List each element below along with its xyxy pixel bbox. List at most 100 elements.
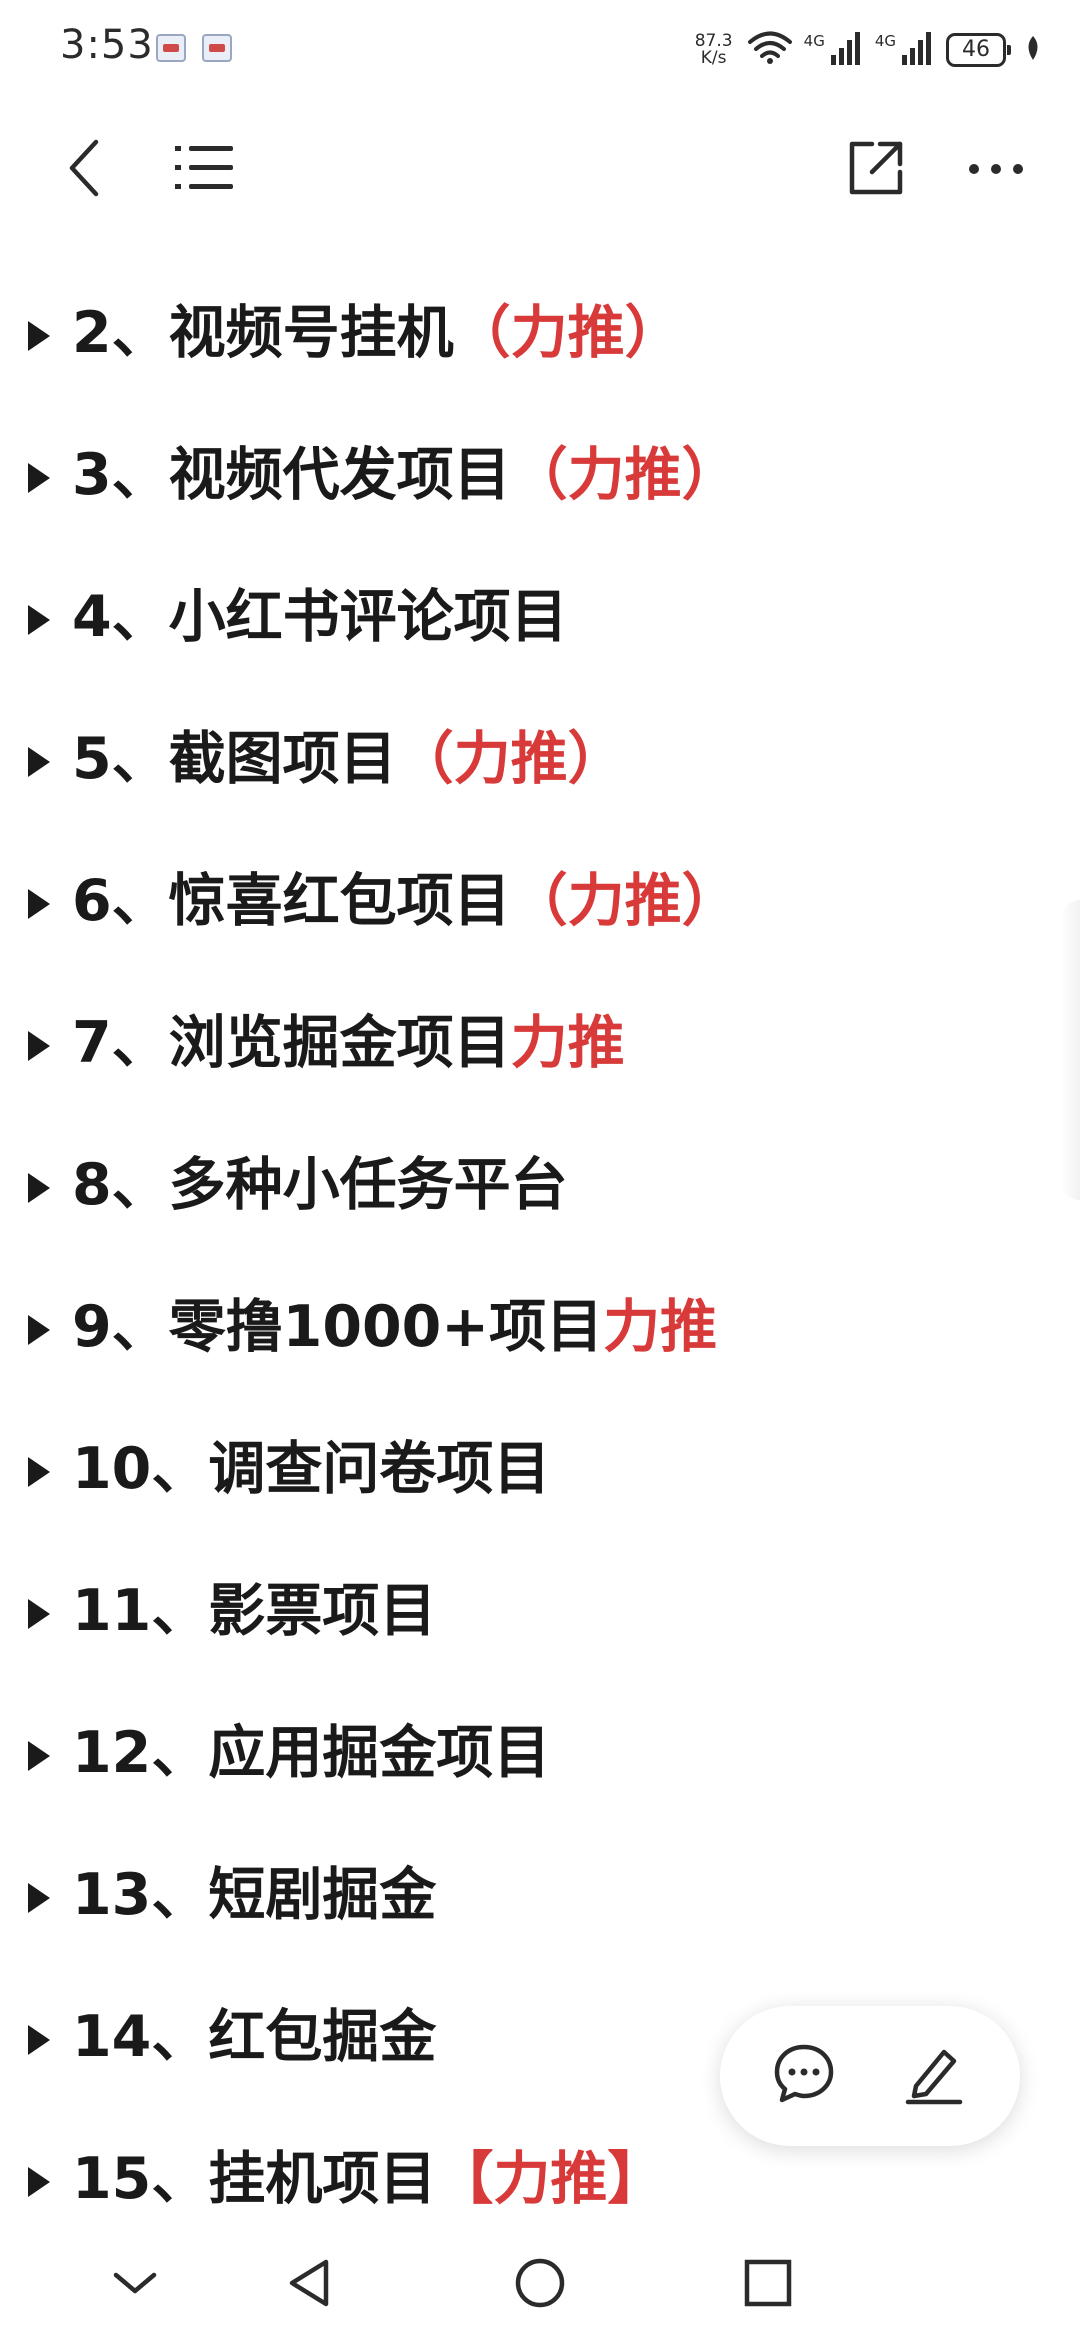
list-item-highlight: 力推 xyxy=(510,1010,625,1076)
expand-triangle-icon[interactable] xyxy=(24,742,54,782)
leaf-icon xyxy=(1024,34,1042,66)
list-item[interactable]: 9、零撸1000+项目力推 xyxy=(0,1284,1080,1384)
notification-app-icon xyxy=(202,34,232,62)
wifi-icon xyxy=(747,31,792,69)
list-item-highlight: 【力推】 xyxy=(436,2146,665,2212)
list-item-label: 12、应用掘金项目 xyxy=(72,1720,551,1786)
list-item-highlight: （力推） xyxy=(510,442,739,508)
list-item[interactable]: 11、影票项目 xyxy=(0,1568,1080,1668)
list-item[interactable]: 3、视频代发项目（力推） xyxy=(0,432,1080,532)
back-button[interactable] xyxy=(44,130,124,210)
list-item-text: 15、挂机项目【力推】 xyxy=(72,2144,664,2214)
list-item-highlight: （力推） xyxy=(510,868,739,934)
list-item[interactable]: 4、小红书评论项目 xyxy=(0,574,1080,674)
list-item-label: 10、调查问卷项目 xyxy=(72,1436,551,1502)
notification-app-icon xyxy=(156,34,186,62)
expand-triangle-icon[interactable] xyxy=(24,1452,54,1492)
square-recents-icon xyxy=(743,2258,793,2312)
floating-action-panel xyxy=(720,2006,1020,2146)
list-item-text: 6、惊喜红包项目（力推） xyxy=(72,866,739,936)
signal-1-icon xyxy=(829,31,863,69)
list-item-text: 8、多种小任务平台 xyxy=(72,1150,568,1220)
circle-home-icon xyxy=(513,2256,567,2314)
list-item-label: 4、小红书评论项目 xyxy=(72,584,568,650)
edit-button[interactable] xyxy=(894,2036,974,2116)
system-recents-button[interactable] xyxy=(733,2250,803,2320)
list-item-text: 11、影票项目 xyxy=(72,1576,436,1646)
list-item[interactable]: 15、挂机项目【力推】 xyxy=(0,2136,1080,2236)
chevron-left-icon xyxy=(64,138,104,202)
status-indicators: 87.3 K/s 4G 4G 46 xyxy=(692,30,1042,70)
list-item-label: 6、惊喜红包项目 xyxy=(72,868,511,934)
list-item[interactable]: 5、截图项目（力推） xyxy=(0,716,1080,816)
list-item[interactable]: 12、应用掘金项目 xyxy=(0,1710,1080,1810)
system-back-button[interactable] xyxy=(274,2250,344,2320)
list-item-highlight: （力推） xyxy=(453,300,682,366)
net-speed-unit: K/s xyxy=(700,48,727,68)
expand-triangle-icon[interactable] xyxy=(24,1594,54,1634)
screen: 3:53 87.3 K/s 4G 4G 46 2、视频号挂机（力推） 3、视频代… xyxy=(0,0,1080,2340)
list-item[interactable]: 2、视频号挂机（力推） xyxy=(0,290,1080,390)
top-nav xyxy=(0,120,1080,220)
list-item-label: 7、浏览掘金项目 xyxy=(72,1010,511,1076)
expand-triangle-icon[interactable] xyxy=(24,1026,54,1066)
battery-indicator: 46 xyxy=(946,33,1011,67)
expand-triangle-icon[interactable] xyxy=(24,1168,54,1208)
expand-triangle-icon[interactable] xyxy=(24,2162,54,2202)
list-item-text: 9、零撸1000+项目力推 xyxy=(72,1292,717,1362)
list-item-label: 15、挂机项目 xyxy=(72,2146,437,2212)
triangle-back-icon xyxy=(286,2258,332,2312)
list-item-text: 13、短剧掘金 xyxy=(72,1860,436,1930)
collapse-button[interactable] xyxy=(100,2250,170,2320)
pencil-icon xyxy=(902,2042,966,2110)
expand-triangle-icon[interactable] xyxy=(24,2020,54,2060)
list-item-label: 3、视频代发项目 xyxy=(72,442,511,508)
outline-button[interactable] xyxy=(164,130,244,210)
comment-button[interactable] xyxy=(764,2036,844,2116)
signal-2-label: 4G xyxy=(874,32,896,50)
list-item-text: 12、应用掘金项目 xyxy=(72,1718,550,1788)
signal-2-icon xyxy=(900,31,934,69)
expand-triangle-icon[interactable] xyxy=(24,1736,54,1776)
list-item[interactable]: 8、多种小任务平台 xyxy=(0,1142,1080,1242)
expand-triangle-icon[interactable] xyxy=(24,884,54,924)
list-item[interactable]: 13、短剧掘金 xyxy=(0,1852,1080,1952)
expand-triangle-icon[interactable] xyxy=(24,316,54,356)
list-item[interactable]: 6、惊喜红包项目（力推） xyxy=(0,858,1080,958)
list-item-label: 14、红包掘金 xyxy=(72,2004,437,2070)
system-home-button[interactable] xyxy=(505,2250,575,2320)
expand-triangle-icon[interactable] xyxy=(24,1310,54,1350)
list-item-highlight: 力推 xyxy=(603,1294,718,1360)
expand-triangle-icon[interactable] xyxy=(24,458,54,498)
status-time: 3:53 xyxy=(60,22,154,68)
signal-1-label: 4G xyxy=(803,32,825,50)
chevron-down-icon xyxy=(112,2269,158,2301)
list-item-label: 9、零撸1000+项目 xyxy=(72,1294,604,1360)
expand-triangle-icon[interactable] xyxy=(24,1878,54,1918)
expand-triangle-icon[interactable] xyxy=(24,600,54,640)
list-item-text: 2、视频号挂机（力推） xyxy=(72,298,682,368)
list-icon xyxy=(173,143,235,197)
list-item-text: 14、红包掘金 xyxy=(72,2002,436,2072)
status-bar: 3:53 87.3 K/s 4G 4G 46 xyxy=(0,0,1080,100)
list-item-label: 11、影票项目 xyxy=(72,1578,437,1644)
list-item-label: 8、多种小任务平台 xyxy=(72,1152,568,1218)
external-link-icon xyxy=(846,138,906,202)
list-item-label: 5、截图项目 xyxy=(72,726,397,792)
list-item-label: 13、短剧掘金 xyxy=(72,1862,437,1928)
system-nav-bar xyxy=(0,2230,1080,2340)
list-item-label: 2、视频号挂机 xyxy=(72,300,454,366)
more-button[interactable] xyxy=(956,130,1036,210)
list-item-highlight: （力推） xyxy=(396,726,625,792)
share-button[interactable] xyxy=(836,130,916,210)
comment-icon xyxy=(772,2042,836,2110)
list-item-text: 7、浏览掘金项目力推 xyxy=(72,1008,625,1078)
list-item-text: 10、调查问卷项目 xyxy=(72,1434,550,1504)
list-item-text: 3、视频代发项目（力推） xyxy=(72,440,739,510)
list-item[interactable]: 7、浏览掘金项目力推 xyxy=(0,1000,1080,1100)
more-horizontal-icon xyxy=(968,161,1024,180)
net-speed: 87.3 K/s xyxy=(692,33,736,67)
list-item[interactable]: 10、调查问卷项目 xyxy=(0,1426,1080,1526)
list-item-text: 5、截图项目（力推） xyxy=(72,724,625,794)
edge-handle[interactable] xyxy=(1060,900,1080,1200)
